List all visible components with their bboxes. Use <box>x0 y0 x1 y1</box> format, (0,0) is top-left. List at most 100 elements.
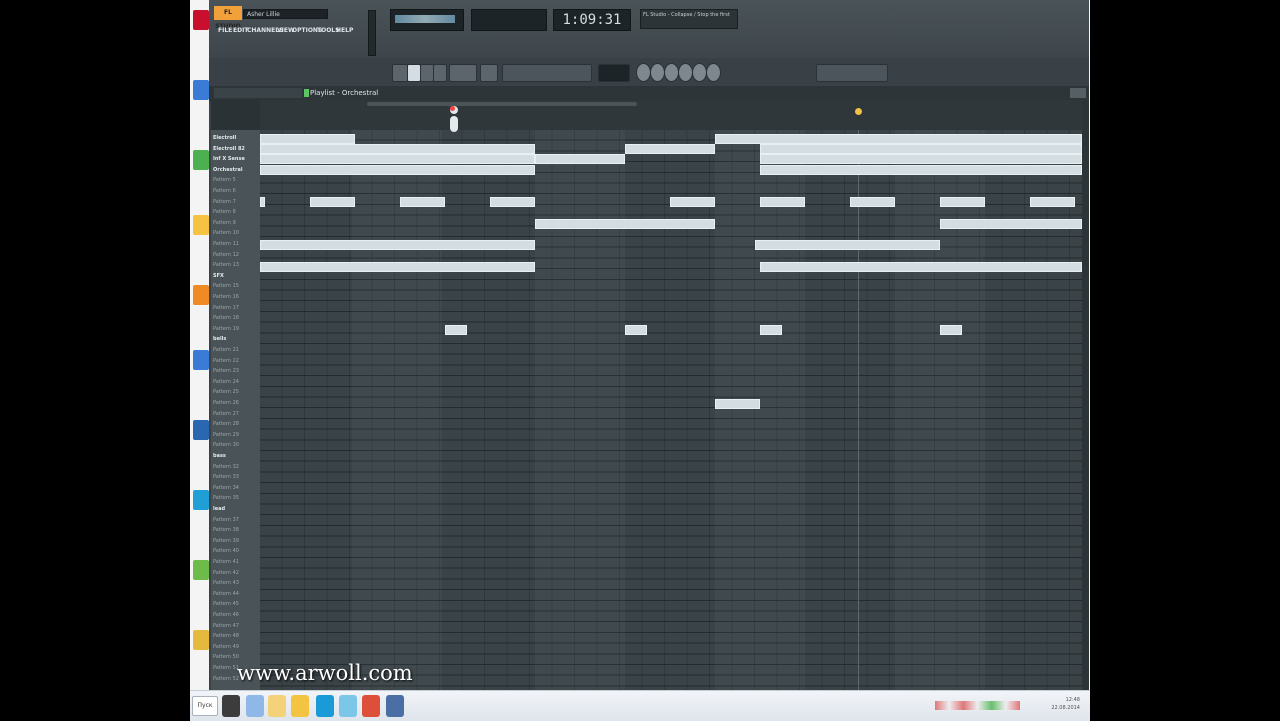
track-label[interactable]: Pattern 8 <box>213 207 236 217</box>
taskbar-clock[interactable]: 12:48 22.08.2014 <box>1040 696 1080 712</box>
pattern-clip[interactable] <box>940 325 962 335</box>
track-label[interactable]: Pattern 46 <box>213 610 239 620</box>
track-label[interactable]: bells <box>213 334 226 344</box>
track-label[interactable]: Pattern 12 <box>213 250 239 260</box>
horizontal-scrollbar[interactable] <box>367 102 637 106</box>
track-label[interactable]: Pattern 32 <box>213 462 239 472</box>
track-label[interactable]: Pattern 33 <box>213 472 239 482</box>
start-button[interactable]: Пуск <box>192 696 218 716</box>
track-label[interactable]: Pattern 44 <box>213 589 239 599</box>
track-label[interactable]: lead <box>213 504 225 514</box>
project-title-field[interactable]: Asher Lillie <box>243 9 328 19</box>
close-icon[interactable] <box>1070 88 1086 98</box>
track-label[interactable]: Pattern 13 <box>213 260 239 270</box>
track-label[interactable]: Pattern 27 <box>213 409 239 419</box>
vertical-scrollbar[interactable] <box>1082 100 1089 690</box>
track-label[interactable]: Pattern 50 <box>213 652 239 662</box>
track-label[interactable]: Pattern 35 <box>213 493 239 503</box>
track-label[interactable]: Pattern 49 <box>213 642 239 652</box>
chrome-icon[interactable] <box>362 695 380 717</box>
plugin-picker-button[interactable] <box>706 63 721 82</box>
track-label[interactable]: Pattern 21 <box>213 345 239 355</box>
track-label[interactable]: Pattern 18 <box>213 313 239 323</box>
playlist-button[interactable] <box>678 63 693 82</box>
pattern-clip[interactable] <box>260 165 535 175</box>
taskbar-app-icon[interactable] <box>246 695 264 717</box>
track-label[interactable]: Pattern 30 <box>213 440 239 450</box>
pattern-clip[interactable] <box>850 197 895 207</box>
track-label[interactable]: Electroll 82 <box>213 144 245 154</box>
desktop-app-icon[interactable] <box>193 420 209 440</box>
desktop-app-icon[interactable] <box>193 350 209 370</box>
track-label[interactable]: Orchestral <box>213 165 243 175</box>
pattern-clip[interactable] <box>535 154 625 164</box>
desktop-app-icon[interactable] <box>193 560 209 580</box>
track-label[interactable]: Pattern 34 <box>213 483 239 493</box>
pattern-clip[interactable] <box>760 197 805 207</box>
track-label[interactable]: Pattern 7 <box>213 197 236 207</box>
track-label[interactable]: Pattern 39 <box>213 536 239 546</box>
taskbar-app-icon[interactable] <box>222 695 240 717</box>
track-label[interactable]: SFX <box>213 271 224 281</box>
channel-window-button[interactable] <box>650 63 665 82</box>
pattern-clip[interactable] <box>260 154 535 164</box>
time-marker[interactable] <box>855 108 862 115</box>
track-label[interactable]: Pattern 26 <box>213 398 239 408</box>
pattern-clip[interactable] <box>625 144 715 154</box>
pattern-clip[interactable] <box>760 165 1082 175</box>
tempo-display[interactable] <box>449 64 477 82</box>
folder-icon[interactable] <box>268 695 286 717</box>
system-tray-icons[interactable] <box>935 701 1020 710</box>
pattern-clip[interactable] <box>260 240 535 250</box>
pattern-clip[interactable] <box>755 240 940 250</box>
taskbar-app-icon[interactable] <box>386 695 404 717</box>
pattern-clip[interactable] <box>940 197 985 207</box>
desktop-app-icon[interactable] <box>193 10 209 30</box>
piano-roll-button[interactable] <box>664 63 679 82</box>
track-label[interactable]: Pattern 22 <box>213 356 239 366</box>
stop-button[interactable] <box>420 64 434 82</box>
taskbar-app-icon[interactable] <box>339 695 357 717</box>
track-label[interactable]: Pattern 10 <box>213 228 239 238</box>
track-label[interactable]: Pattern 19 <box>213 324 239 334</box>
track-label[interactable]: Pattern 28 <box>213 419 239 429</box>
pattern-clip[interactable] <box>535 219 715 229</box>
snap-tools[interactable] <box>502 64 592 82</box>
track-label[interactable]: Inf X Sense <box>213 154 245 164</box>
track-label[interactable]: Pattern 24 <box>213 377 239 387</box>
track-label[interactable]: Pattern 5 <box>213 175 236 185</box>
track-label[interactable]: Pattern 9 <box>213 218 236 228</box>
playlist-tools[interactable] <box>214 88 302 98</box>
online-buttons[interactable] <box>816 64 888 82</box>
track-label[interactable]: Pattern 25 <box>213 387 239 397</box>
desktop-app-icon[interactable] <box>193 80 209 100</box>
pattern-clip[interactable] <box>260 197 265 207</box>
track-label[interactable]: Electroll <box>213 133 236 143</box>
track-label[interactable]: Pattern 43 <box>213 578 239 588</box>
pattern-clip[interactable] <box>760 262 1082 272</box>
pattern-clip[interactable] <box>760 144 1082 154</box>
pattern-clip[interactable] <box>625 325 647 335</box>
pattern-clip[interactable] <box>445 325 467 335</box>
track-label[interactable]: Pattern 17 <box>213 303 239 313</box>
track-label[interactable]: Pattern 52 <box>213 674 239 684</box>
record-button[interactable] <box>433 64 447 82</box>
pattern-clip[interactable] <box>715 134 1082 144</box>
pattern-clip[interactable] <box>400 197 445 207</box>
pattern-clip[interactable] <box>715 399 760 409</box>
track-label[interactable]: bass <box>213 451 226 461</box>
pattern-clip[interactable] <box>760 154 1082 164</box>
track-label[interactable]: Pattern 42 <box>213 568 239 578</box>
browser-window-button[interactable] <box>636 63 651 82</box>
track-label[interactable]: Pattern 37 <box>213 515 239 525</box>
desktop-app-icon[interactable] <box>193 285 209 305</box>
pattern-clip[interactable] <box>1030 197 1075 207</box>
track-label[interactable]: Pattern 6 <box>213 186 236 196</box>
pattern-clip[interactable] <box>490 197 535 207</box>
pattern-clip[interactable] <box>310 197 355 207</box>
track-label[interactable]: Pattern 16 <box>213 292 239 302</box>
master-volume-slider[interactable] <box>368 10 376 56</box>
pattern-clip[interactable] <box>760 325 782 335</box>
pattern-clip[interactable] <box>260 134 355 144</box>
menu-help[interactable]: HELP <box>336 27 353 34</box>
